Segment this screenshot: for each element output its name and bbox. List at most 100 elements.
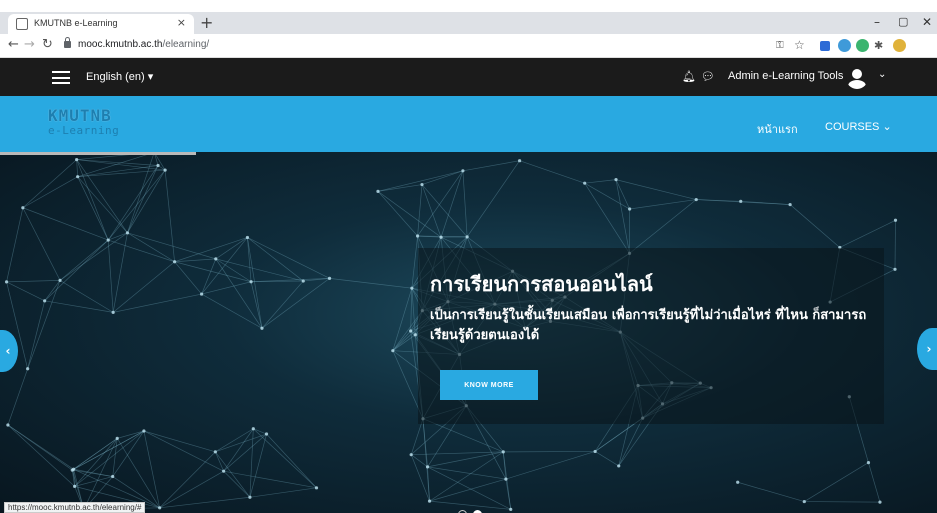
network-line [421,184,442,238]
network-line [422,418,430,502]
network-line [868,462,881,503]
network-line [127,165,159,233]
puzzle-icon[interactable]: ✱ [874,39,883,52]
network-node [739,199,743,203]
network-node [788,202,792,207]
key-icon[interactable]: ⚿ [776,40,784,51]
network-line [6,280,61,283]
language-label: English (en) [86,71,145,83]
network-line [77,165,159,178]
language-menu[interactable]: English (en) ▾ [86,70,153,83]
chevron-left-icon: ‹ [5,344,11,358]
caret-down-icon: ▾ [147,71,154,83]
network-line [116,438,160,508]
network-line [201,293,263,329]
avatar-icon[interactable] [846,67,868,89]
user-name[interactable]: Admin e-Learning Tools [728,70,843,82]
network-node [802,499,806,504]
network-node [501,450,505,454]
network-node [461,169,465,173]
cropped-top-text [0,0,937,12]
drive-extension-icon[interactable] [820,41,830,51]
maximize-button[interactable]: ▢ [898,15,908,28]
tab-title: KMUTNB e-Learning [34,18,118,28]
nav-home-link[interactable]: หน้าแรก [757,120,798,138]
network-line [174,258,216,263]
network-line [505,451,596,480]
network-node [617,464,621,468]
user-menu-caret-icon[interactable]: ⌄ [878,69,886,80]
network-line [164,170,175,262]
favicon-icon [16,18,28,30]
tab-close-button[interactable]: × [177,16,186,29]
network-line [519,160,585,184]
network-line [247,237,304,282]
network-line [22,207,109,241]
network-line [72,438,118,471]
network-node [878,500,882,504]
network-line [261,278,330,329]
network-line [584,182,630,210]
network-line [392,288,413,351]
chat-icon[interactable]: 💬︎ [701,70,715,83]
new-tab-button[interactable]: + [200,14,213,32]
network-node [75,157,79,162]
network-line [377,184,423,192]
network-node [628,207,632,211]
network-line [429,478,506,502]
network-node [111,310,115,314]
network-node [866,461,871,465]
network-node [427,499,432,503]
close-window-button[interactable]: ✕ [922,15,932,29]
header-underline [0,152,196,155]
extension-icon-blue[interactable] [838,39,851,52]
site-header: KMUTNB e-Learning หน้าแรก COURSES ⌄ [0,96,937,152]
network-line [329,278,412,289]
bell-icon[interactable]: 🔔︎ [682,70,696,83]
network-line [112,261,175,313]
know-more-button[interactable]: KNOW MORE [440,370,538,400]
network-line [22,207,61,281]
network-line [253,428,317,489]
network-line [72,469,113,477]
network-node [163,168,167,172]
network-line [127,232,216,260]
network-line [201,237,248,295]
network-node [413,333,417,337]
back-icon[interactable]: ← [8,37,19,52]
network-node [115,436,119,440]
network-node [156,163,160,168]
hamburger-icon[interactable] [52,71,70,84]
reload-icon[interactable]: ↻ [42,37,53,52]
browser-tab[interactable]: KMUTNB e-Learning × [8,14,194,34]
network-line [27,280,61,369]
network-line [594,451,619,467]
network-line [127,232,175,263]
network-node [251,427,255,431]
network-node [6,423,10,427]
network-node [43,299,47,303]
logo-title: KMUTNB [48,106,112,125]
profile-icon[interactable] [893,39,906,52]
network-line [377,191,442,238]
network-line [22,159,77,209]
network-line [839,219,896,248]
network-line [440,170,464,238]
network-line [107,165,159,241]
network-line [223,433,267,472]
address-bar: ← → ↻ mooc.kmutnb.ac.th/elearning/ ⚿ ☆ ✱ [0,34,937,58]
network-line [466,160,520,238]
minimize-button[interactable]: – [874,15,880,29]
network-line [7,424,73,471]
nav-courses-link[interactable]: COURSES ⌄ [825,120,892,133]
extension-icon-green[interactable] [856,39,869,52]
hero-slider: การเรียนการสอนออนไลน์ เป็นการเรียนรู้ในช… [0,152,937,513]
url-field[interactable]: mooc.kmutnb.ac.th/elearning/ [78,39,209,50]
network-node [409,453,413,457]
forward-icon[interactable]: → [24,37,35,52]
network-line [618,417,643,467]
network-line [266,433,317,489]
star-icon[interactable]: ☆ [794,38,805,52]
network-line [215,258,304,282]
site-logo[interactable]: KMUTNB e-Learning [48,108,144,138]
